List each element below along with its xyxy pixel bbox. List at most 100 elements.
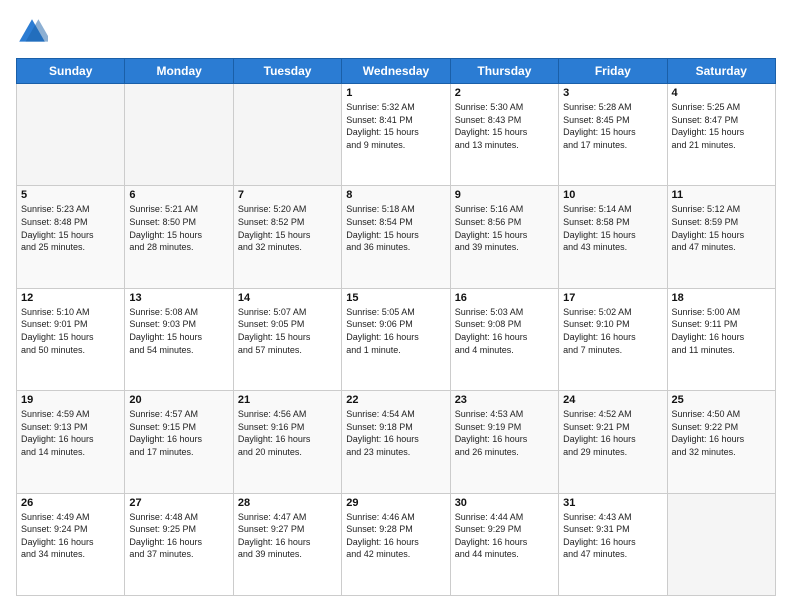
- day-header-wednesday: Wednesday: [342, 59, 450, 84]
- day-number: 14: [238, 292, 337, 304]
- day-info: Sunrise: 4:57 AM Sunset: 9:15 PM Dayligh…: [129, 408, 228, 458]
- calendar-cell: 31Sunrise: 4:43 AM Sunset: 9:31 PM Dayli…: [559, 493, 667, 595]
- calendar-cell: 30 Sunrise: 4:44 AM Sunset: 9:29 PM Dayli…: [450, 493, 558, 595]
- calendar-cell: 14 Sunrise: 5:07 AM Sunset: 9:05 PM Dayli…: [233, 288, 341, 390]
- day-header-friday: Friday: [559, 59, 667, 84]
- day-info: Sunrise: 5:00 AM Sunset: 9:11 PM Dayligh…: [672, 306, 771, 356]
- day-info: Sunrise: 5:10 AM Sunset: 9:01 PM Dayligh…: [21, 306, 120, 356]
- day-info: Sunrise: 5:12 AM Sunset: 8:59 PM Dayligh…: [672, 203, 771, 253]
- day-number: 28: [238, 497, 337, 509]
- day-number: 17: [563, 292, 662, 304]
- day-number: 4: [672, 87, 771, 99]
- calendar-cell: 8 Sunrise: 5:18 AM Sunset: 8:54 PM Daylig…: [342, 186, 450, 288]
- day-number: 1: [346, 87, 445, 99]
- day-info: Sunrise: 5:20 AM Sunset: 8:52 PM Dayligh…: [238, 203, 337, 253]
- day-number: 20: [129, 394, 228, 406]
- week-row-1: 1 Sunrise: 5:32 AM Sunset: 8:41 PM Daylig…: [17, 84, 776, 186]
- day-info: Sunrise: 4:50 AM Sunset: 9:22 PM Dayligh…: [672, 408, 771, 458]
- day-info: Sunrise: 5:14 AM Sunset: 8:58 PM Dayligh…: [563, 203, 662, 253]
- week-row-2: 5 Sunrise: 5:23 AM Sunset: 8:48 PM Daylig…: [17, 186, 776, 288]
- week-row-3: 12 Sunrise: 5:10 AM Sunset: 9:01 PM Dayli…: [17, 288, 776, 390]
- calendar-cell: 18 Sunrise: 5:00 AM Sunset: 9:11 PM Dayli…: [667, 288, 775, 390]
- header: [16, 16, 776, 48]
- day-number: 10: [563, 189, 662, 201]
- calendar-cell: 1 Sunrise: 5:32 AM Sunset: 8:41 PM Daylig…: [342, 84, 450, 186]
- day-number: 31: [563, 497, 662, 509]
- calendar-cell: [125, 84, 233, 186]
- day-info: Sunrise: 5:02 AM Sunset: 9:10 PM Dayligh…: [563, 306, 662, 356]
- day-info: Sunrise: 4:54 AM Sunset: 9:18 PM Dayligh…: [346, 408, 445, 458]
- calendar-cell: 3 Sunrise: 5:28 AM Sunset: 8:45 PM Daylig…: [559, 84, 667, 186]
- calendar-cell: 12 Sunrise: 5:10 AM Sunset: 9:01 PM Dayli…: [17, 288, 125, 390]
- calendar-table: SundayMondayTuesdayWednesdayThursdayFrid…: [16, 58, 776, 596]
- day-info: Sunrise: 4:44 AM Sunset: 9:29 PM Dayligh…: [455, 511, 554, 561]
- day-number: 30: [455, 497, 554, 509]
- day-number: 6: [129, 189, 228, 201]
- day-header-tuesday: Tuesday: [233, 59, 341, 84]
- day-number: 23: [455, 394, 554, 406]
- calendar-cell: 28Sunrise: 4:47 AM Sunset: 9:27 PM Dayli…: [233, 493, 341, 595]
- day-info: Sunrise: 4:46 AM Sunset: 9:28 PM Dayligh…: [346, 511, 445, 561]
- day-header-monday: Monday: [125, 59, 233, 84]
- day-info: Sunrise: 5:32 AM Sunset: 8:41 PM Dayligh…: [346, 101, 445, 151]
- day-number: 5: [21, 189, 120, 201]
- day-info: Sunrise: 5:25 AM Sunset: 8:47 PM Dayligh…: [672, 101, 771, 151]
- day-info: Sunrise: 5:28 AM Sunset: 8:45 PM Dayligh…: [563, 101, 662, 151]
- day-info: Sunrise: 4:53 AM Sunset: 9:19 PM Dayligh…: [455, 408, 554, 458]
- week-row-5: 26Sunrise: 4:49 AM Sunset: 9:24 PM Dayli…: [17, 493, 776, 595]
- calendar-cell: 9 Sunrise: 5:16 AM Sunset: 8:56 PM Daylig…: [450, 186, 558, 288]
- day-header-sunday: Sunday: [17, 59, 125, 84]
- day-number: 3: [563, 87, 662, 99]
- day-info: Sunrise: 4:48 AM Sunset: 9:25 PM Dayligh…: [129, 511, 228, 561]
- day-info: Sunrise: 5:18 AM Sunset: 8:54 PM Dayligh…: [346, 203, 445, 253]
- day-number: 29: [346, 497, 445, 509]
- day-info: Sunrise: 4:52 AM Sunset: 9:21 PM Dayligh…: [563, 408, 662, 458]
- day-number: 25: [672, 394, 771, 406]
- calendar-cell: 27Sunrise: 4:48 AM Sunset: 9:25 PM Dayli…: [125, 493, 233, 595]
- calendar-cell: [233, 84, 341, 186]
- day-info: Sunrise: 5:05 AM Sunset: 9:06 PM Dayligh…: [346, 306, 445, 356]
- day-number: 7: [238, 189, 337, 201]
- calendar-cell: 23 Sunrise: 4:53 AM Sunset: 9:19 PM Dayli…: [450, 391, 558, 493]
- day-number: 8: [346, 189, 445, 201]
- day-number: 26: [21, 497, 120, 509]
- logo-icon: [16, 16, 48, 48]
- calendar-cell: 5 Sunrise: 5:23 AM Sunset: 8:48 PM Daylig…: [17, 186, 125, 288]
- calendar-cell: 17 Sunrise: 5:02 AM Sunset: 9:10 PM Dayli…: [559, 288, 667, 390]
- day-info: Sunrise: 5:23 AM Sunset: 8:48 PM Dayligh…: [21, 203, 120, 253]
- day-info: Sunrise: 5:30 AM Sunset: 8:43 PM Dayligh…: [455, 101, 554, 151]
- calendar-cell: 20 Sunrise: 4:57 AM Sunset: 9:15 PM Dayli…: [125, 391, 233, 493]
- day-info: Sunrise: 5:16 AM Sunset: 8:56 PM Dayligh…: [455, 203, 554, 253]
- calendar-cell: 22 Sunrise: 4:54 AM Sunset: 9:18 PM Dayli…: [342, 391, 450, 493]
- day-header-saturday: Saturday: [667, 59, 775, 84]
- day-info: Sunrise: 5:21 AM Sunset: 8:50 PM Dayligh…: [129, 203, 228, 253]
- week-row-4: 19 Sunrise: 4:59 AM Sunset: 9:13 PM Dayli…: [17, 391, 776, 493]
- calendar-cell: 19 Sunrise: 4:59 AM Sunset: 9:13 PM Dayli…: [17, 391, 125, 493]
- day-info: Sunrise: 5:07 AM Sunset: 9:05 PM Dayligh…: [238, 306, 337, 356]
- day-number: 21: [238, 394, 337, 406]
- calendar-cell: 25 Sunrise: 4:50 AM Sunset: 9:22 PM Dayli…: [667, 391, 775, 493]
- calendar-header-row: SundayMondayTuesdayWednesdayThursdayFrid…: [17, 59, 776, 84]
- calendar-cell: [667, 493, 775, 595]
- calendar-cell: 10 Sunrise: 5:14 AM Sunset: 8:58 PM Dayli…: [559, 186, 667, 288]
- day-number: 16: [455, 292, 554, 304]
- day-info: Sunrise: 5:08 AM Sunset: 9:03 PM Dayligh…: [129, 306, 228, 356]
- calendar-cell: 16 Sunrise: 5:03 AM Sunset: 9:08 PM Dayli…: [450, 288, 558, 390]
- day-info: Sunrise: 4:59 AM Sunset: 9:13 PM Dayligh…: [21, 408, 120, 458]
- calendar-cell: [17, 84, 125, 186]
- day-info: Sunrise: 5:03 AM Sunset: 9:08 PM Dayligh…: [455, 306, 554, 356]
- calendar-cell: 7 Sunrise: 5:20 AM Sunset: 8:52 PM Daylig…: [233, 186, 341, 288]
- day-number: 22: [346, 394, 445, 406]
- calendar-cell: 4 Sunrise: 5:25 AM Sunset: 8:47 PM Daylig…: [667, 84, 775, 186]
- calendar-cell: 24Sunrise: 4:52 AM Sunset: 9:21 PM Dayli…: [559, 391, 667, 493]
- day-info: Sunrise: 4:56 AM Sunset: 9:16 PM Dayligh…: [238, 408, 337, 458]
- calendar-cell: 26Sunrise: 4:49 AM Sunset: 9:24 PM Dayli…: [17, 493, 125, 595]
- day-number: 15: [346, 292, 445, 304]
- day-number: 11: [672, 189, 771, 201]
- day-number: 19: [21, 394, 120, 406]
- day-number: 18: [672, 292, 771, 304]
- day-number: 12: [21, 292, 120, 304]
- calendar-cell: 29 Sunrise: 4:46 AM Sunset: 9:28 PM Dayli…: [342, 493, 450, 595]
- day-number: 9: [455, 189, 554, 201]
- day-number: 2: [455, 87, 554, 99]
